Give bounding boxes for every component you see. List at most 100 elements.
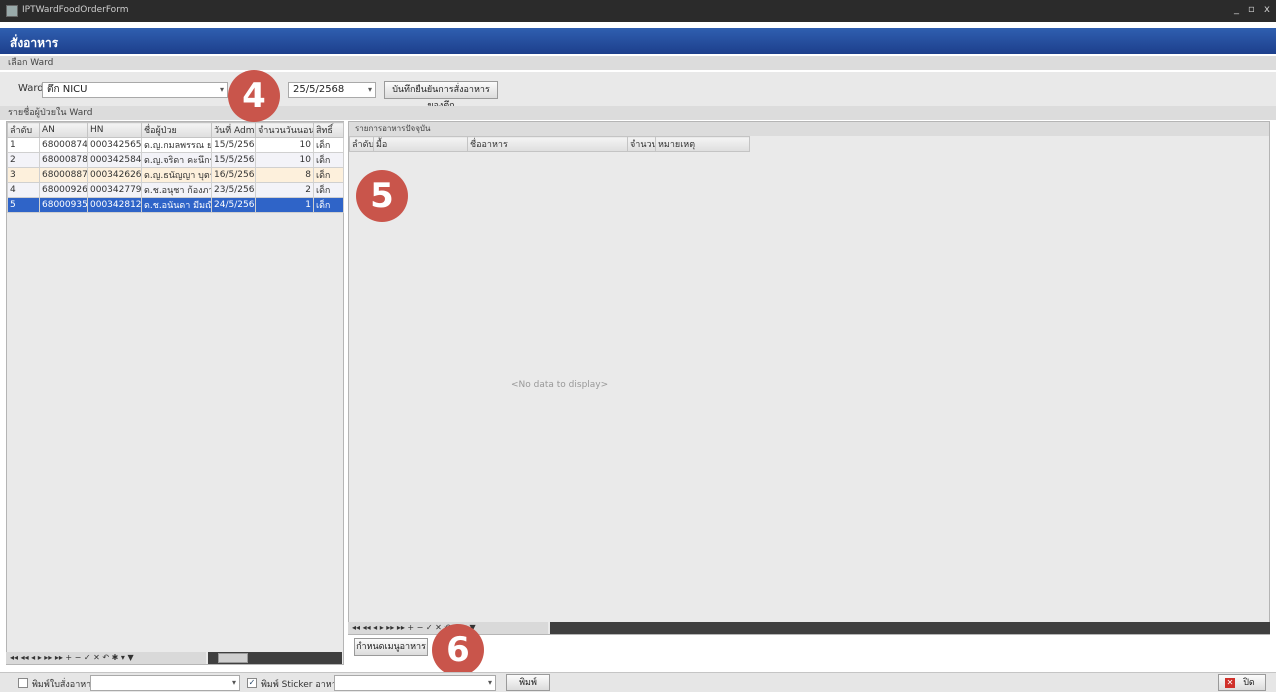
- col-header-hn[interactable]: HN: [87, 122, 142, 138]
- app-icon: [6, 5, 18, 17]
- cell-right: เด็ก: [313, 182, 344, 198]
- cell-hn: 000342812: [87, 197, 142, 213]
- cell-days: 10: [255, 137, 314, 153]
- print-sticker-checkbox[interactable]: ✓: [247, 678, 257, 688]
- annotation-badge-4: 4: [228, 70, 280, 122]
- cell-hn: 000342584: [87, 152, 142, 168]
- cell-right: เด็ก: [313, 137, 344, 153]
- cell-admit: 16/5/2568: [211, 167, 256, 183]
- empty-grid-message: <No data to display>: [511, 380, 609, 390]
- col-header-an[interactable]: AN: [39, 122, 88, 138]
- close-form-button[interactable]: ✕ ปิด: [1218, 674, 1266, 691]
- cell-admit: 24/5/2568: [211, 197, 256, 213]
- cell-name: ด.ช.อนันดา มีมณี: [141, 197, 212, 213]
- bottom-toolbar: พิมพ์ใบสั่งอาหาร ▾ ✓ พิมพ์ Sticker อาหาร…: [0, 672, 1276, 692]
- chevron-down-icon: ▾: [231, 678, 236, 687]
- ward-section-label: เลือก Ward: [0, 56, 1276, 70]
- col-header-qty[interactable]: จำนวน: [627, 136, 656, 152]
- ward-select-value: ตึก NICU: [47, 84, 88, 95]
- col-header-name[interactable]: ชื่อผู้ป่วย: [141, 122, 212, 138]
- cell-name: ด.ญ.กมลพรรณ ยาวใจ: [141, 137, 212, 153]
- cell-an: 680008877: [39, 167, 88, 183]
- col-header-right[interactable]: สิทธิ์: [313, 122, 344, 138]
- cell-name: ด.ช.อนุชา ก้องภาพา: [141, 182, 212, 198]
- cell-an: 680008743: [39, 137, 88, 153]
- print-order-checkbox[interactable]: [18, 678, 28, 688]
- cell-right: เด็ก: [313, 197, 344, 213]
- cell-no: 3: [7, 167, 40, 183]
- ward-filter-bar: Ward ตึก NICU ▾ 25/5/2568 ▾ บันทึกยืนยัน…: [0, 72, 1276, 111]
- chevron-down-icon: ▾: [219, 85, 224, 94]
- patients-grid: ลำดับ AN HN ชื่อผู้ป่วย วันที่ Admit จำน…: [7, 122, 344, 213]
- cell-no: 5: [7, 197, 40, 213]
- orders-section-label: รายการอาหารปัจจุบัน: [349, 122, 1269, 136]
- restore-button[interactable]: ▫: [1248, 4, 1255, 15]
- col-header-order-no[interactable]: ลำดับ: [349, 136, 374, 152]
- orders-grid: ลำดับ มื้อ ชื่ออาหาร จำนวน หมายเหตุ: [349, 136, 750, 152]
- cell-days: 2: [255, 182, 314, 198]
- col-header-no[interactable]: ลำดับ: [7, 122, 40, 138]
- orders-panel: รายการอาหารปัจจุบัน ลำดับ มื้อ ชื่ออาหาร…: [348, 121, 1270, 635]
- cell-no: 1: [7, 137, 40, 153]
- cell-right: เด็ก: [313, 167, 344, 183]
- orders-grid-header: ลำดับ มื้อ ชื่ออาหาร จำนวน หมายเหตุ: [349, 136, 750, 152]
- cell-days: 10: [255, 152, 314, 168]
- cell-name: ด.ญ.จริดา คะนึกรัตน์: [141, 152, 212, 168]
- print-sticker-label: พิมพ์ Sticker อาหาร: [261, 680, 342, 690]
- patients-section-label: รายชื่อผู้ป่วยใน Ward: [0, 106, 1276, 120]
- cell-right: เด็ก: [313, 152, 344, 168]
- annotation-badge-5: 5: [356, 170, 408, 222]
- close-form-label: ปิด: [1243, 678, 1255, 688]
- cell-hn: 000342779: [87, 182, 142, 198]
- cell-admit: 15/5/2568: [211, 137, 256, 153]
- col-header-days[interactable]: จำนวนวันนอน: [255, 122, 314, 138]
- cell-an: 680009357: [39, 197, 88, 213]
- form-caption: สั่งอาหาร: [10, 36, 59, 50]
- print-sticker-select[interactable]: ▾: [334, 675, 496, 691]
- table-row-selected[interactable]: 5 680009357 000342812 ด.ช.อนันดา มีมณี 2…: [7, 197, 344, 213]
- cell-no: 2: [7, 152, 40, 168]
- cell-hn: 000342565: [87, 137, 142, 153]
- annotation-badge-6: 6: [432, 624, 484, 676]
- define-menu-button[interactable]: กำหนดเมนูอาหาร: [354, 638, 428, 656]
- col-header-note[interactable]: หมายเหตุ: [655, 136, 750, 152]
- cell-hn: 000342626: [87, 167, 142, 183]
- print-button[interactable]: พิมพ์: [506, 674, 550, 691]
- cell-days: 8: [255, 167, 314, 183]
- col-header-food-name[interactable]: ชื่ออาหาร: [467, 136, 628, 152]
- cell-days: 1: [255, 197, 314, 213]
- patients-grid-navigator[interactable]: ◂◂ ◂◂ ◂ ▸ ▸▸ ▸▸ + − ✓ ✕ ↶ ✱ ▾ ▼: [6, 652, 206, 664]
- ward-select[interactable]: ตึก NICU ▾: [42, 82, 228, 98]
- save-ward-order-button[interactable]: บันทึกยืนยันการสั่งอาหารของตึก: [384, 81, 498, 111]
- table-row[interactable]: 1 680008743 000342565 ด.ญ.กมลพรรณ ยาวใจ …: [7, 137, 344, 153]
- cell-admit: 23/5/2568: [211, 182, 256, 198]
- table-row[interactable]: 4 680009269 000342779 ด.ช.อนุชา ก้องภาพา…: [7, 182, 344, 198]
- window-title: IPTWardFoodOrderForm: [22, 5, 129, 15]
- chevron-down-icon: ▾: [487, 678, 492, 687]
- chevron-down-icon: ▾: [367, 85, 372, 94]
- minimize-button[interactable]: _: [1234, 4, 1239, 15]
- col-header-admit[interactable]: วันที่ Admit: [211, 122, 256, 138]
- table-row[interactable]: 2 680008784 000342584 ด.ญ.จริดา คะนึกรัต…: [7, 152, 344, 168]
- ward-label: Ward: [18, 83, 44, 94]
- cell-admit: 15/5/2568: [211, 152, 256, 168]
- cell-an: 680009269: [39, 182, 88, 198]
- form-caption-bar: สั่งอาหาร: [0, 28, 1276, 54]
- patients-panel: ลำดับ AN HN ชื่อผู้ป่วย วันที่ Admit จำน…: [6, 121, 344, 665]
- cell-an: 680008784: [39, 152, 88, 168]
- date-picker-value: 25/5/2568: [293, 84, 345, 95]
- window-titlebar: IPTWardFoodOrderForm _ ▫ x: [0, 0, 1276, 22]
- date-picker[interactable]: 25/5/2568 ▾: [288, 82, 376, 98]
- cell-no: 4: [7, 182, 40, 198]
- table-row[interactable]: 3 680008877 000342626 ด.ญ.ธนัญญา บุตรวิเ…: [7, 167, 344, 183]
- print-order-select[interactable]: ▾: [90, 675, 240, 691]
- close-icon: ✕: [1225, 678, 1235, 688]
- patients-grid-header: ลำดับ AN HN ชื่อผู้ป่วย วันที่ Admit จำน…: [7, 122, 344, 138]
- patients-grid-scrollbar[interactable]: [208, 652, 342, 664]
- print-order-label: พิมพ์ใบสั่งอาหาร: [32, 680, 97, 690]
- orders-grid-scrollbar[interactable]: [550, 622, 1270, 634]
- close-window-button[interactable]: x: [1264, 4, 1270, 15]
- col-header-meal[interactable]: มื้อ: [373, 136, 468, 152]
- cell-name: ด.ญ.ธนัญญา บุตรวิเศษ: [141, 167, 212, 183]
- scrollbar-thumb[interactable]: [218, 653, 248, 663]
